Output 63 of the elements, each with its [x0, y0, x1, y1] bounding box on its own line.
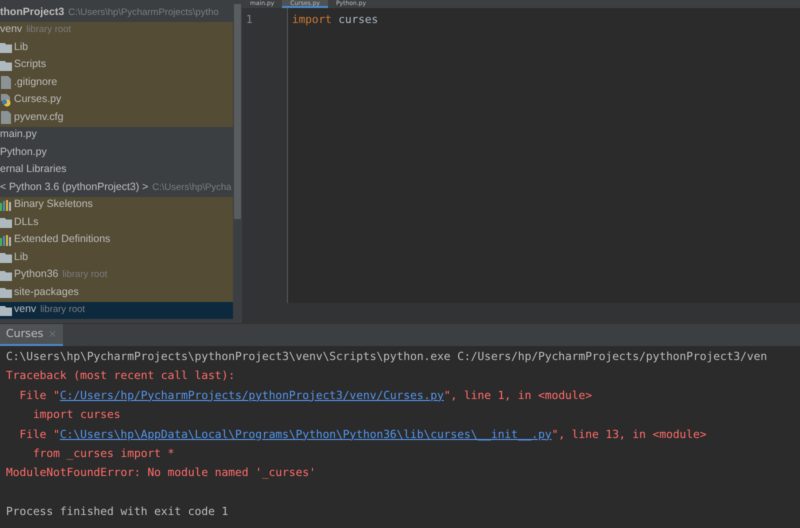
file-icon: [0, 76, 12, 90]
console-line: C:\Users\hp\PycharmProjects\pythonProject3\venv\Scripts\python.exe C:/Users/hp/PycharmProjects/pythonProject3/ven: [6, 349, 768, 365]
run-tab[interactable]: Curses ×: [0, 324, 63, 346]
tree-row[interactable]: Python36 library root: [0, 266, 233, 284]
tree-item-label: DLLs: [14, 214, 39, 230]
console-line: Process finished with exit code 1: [6, 504, 230, 520]
file-link[interactable]: C:\Users\hp\AppData\Local\Programs\Python\Python36\lib\curses\__init__.py: [60, 428, 552, 441]
console-error-line: Traceback (most recent call last):: [6, 368, 236, 384]
tree-row[interactable]: Curses.py: [0, 92, 233, 109]
folder-icon: [0, 42, 12, 54]
tree-item-label: Curses.py: [14, 92, 62, 108]
console-error-line: import curses: [32, 407, 122, 424]
tree-item-label: venv: [14, 302, 36, 318]
folder-icon: [0, 287, 12, 298]
tree-item-label: Lib: [14, 40, 28, 55]
tree-item-label: thonProject3: [0, 4, 64, 20]
folder-icon: [0, 270, 12, 281]
run-tab-label: Curses: [6, 326, 44, 342]
tree-item-label: pyvenv.cfg: [14, 110, 64, 125]
bar-chart-icon: [0, 234, 12, 246]
bar-chart-icon: [0, 200, 12, 211]
tree-row[interactable]: .gitignore: [0, 74, 233, 92]
folder-icon: [0, 60, 12, 71]
folder-icon: [0, 252, 12, 264]
tree-item-hint: library root: [62, 268, 108, 282]
python-file-icon: [0, 94, 12, 107]
tree-item-label: Lib: [14, 250, 28, 265]
tree-item-hint: library root: [40, 303, 86, 318]
tree-row[interactable]: site-packages: [0, 284, 233, 302]
console-error-line: File "C:/Users/hp/PycharmProjects/pythonProject3/venv/Curses.py", line 1, in <module>: [18, 388, 593, 404]
tree-item-label: Python.py: [0, 144, 47, 160]
tree-item-label: < Python 3.6 (pythonProject3) >: [0, 180, 148, 195]
console-error-line: from _curses import *: [32, 446, 176, 462]
tree-row[interactable]: venv library root: [0, 22, 233, 39]
console-error-line: File "C:\Users\hp\AppData\Local\Programs\Python\Python36\lib\curses\__init__.py", line 13, in <module>: [18, 426, 708, 443]
tree-item-label: venv: [0, 22, 22, 38]
tree-item-label: Python36: [14, 267, 58, 282]
tree-item-label: Binary Skeletons: [14, 197, 93, 212]
tree-row[interactable]: venv library root: [0, 302, 233, 319]
tree-item-hint: C:\Users\hp\Pycha: [152, 180, 232, 195]
line-number: 1: [246, 12, 254, 28]
tree-item-hint: library root: [26, 23, 72, 38]
folder-icon: [0, 304, 12, 316]
tree-row[interactable]: Lib: [0, 249, 233, 266]
tree-item-label: Extended Definitions: [14, 232, 110, 248]
tree-item-hint: C:\Users\hp\PycharmProjects\pytho: [68, 6, 219, 20]
tree-row[interactable]: Lib: [0, 39, 233, 56]
folder-icon: [0, 217, 12, 228]
tree-item-label: Scripts: [14, 57, 46, 72]
tree-row[interactable]: DLLs: [0, 214, 233, 232]
tree-row[interactable]: Binary Skeletons: [0, 196, 233, 214]
file-icon: [0, 111, 12, 124]
code-line: import curses: [292, 12, 380, 28]
file-link[interactable]: C:/Users/hp/PycharmProjects/pythonProject3/venv/Curses.py: [60, 388, 444, 402]
tree-item-label: main.py: [0, 127, 37, 142]
tree-item-label: .gitignore: [14, 74, 58, 90]
tree-item-label: site-packages: [14, 284, 79, 300]
scrollbar[interactable]: [234, 4, 241, 219]
tree-row[interactable]: Scripts: [0, 56, 233, 74]
tree-item-label: ernal Libraries: [0, 162, 67, 178]
console-error-line: ModuleNotFoundError: No module named '_curses': [6, 465, 317, 482]
tree-row[interactable]: Extended Definitions: [0, 232, 233, 249]
tree-row[interactable]: pyvenv.cfg: [0, 109, 233, 126]
